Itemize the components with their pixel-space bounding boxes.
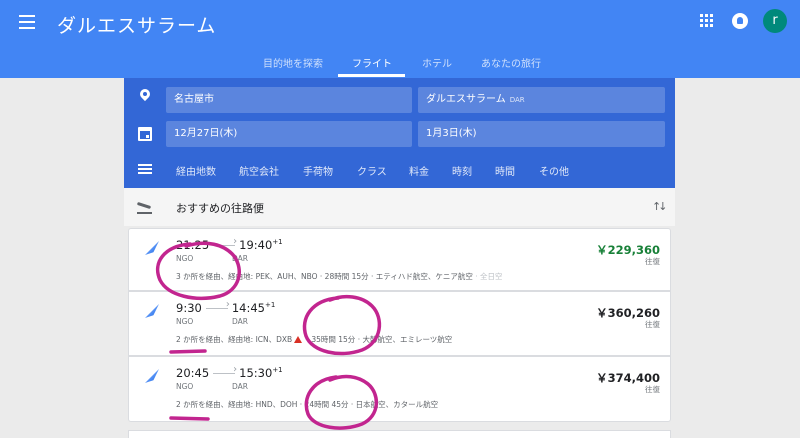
app-title: ダルエスサラーム: [57, 15, 217, 37]
filter-airlines[interactable]: 航空会社: [239, 163, 279, 178]
stops-info: 3 か所を経由、経由地: PEK、AUH、NBO · 28時間 15分 · エテ…: [176, 271, 503, 282]
flight-card[interactable]: 21:25 19:40+1 NGO DAR 3 か所を経由、経由地: PEK、AU…: [128, 228, 671, 291]
price-note: 往復: [645, 385, 660, 394]
filter-sliders-icon: [138, 162, 152, 176]
filter-more[interactable]: その他: [539, 163, 569, 178]
price-note: 往復: [645, 257, 660, 266]
search-panel: 名古屋市 ダルエスサラーム DAR 12月27日(木) 1月3日(木) 経由地数 …: [124, 78, 675, 188]
arrive-time: 14:45: [231, 301, 265, 315]
depart-time: 9:30: [176, 301, 202, 315]
arrow-icon: [213, 364, 237, 378]
price-note: 往復: [645, 320, 660, 329]
stops-text: 3 か所を経由、経由地: PEK、AUH、NBO · 28時間 15分 · エテ…: [176, 272, 473, 281]
takeoff-plane-icon: [137, 202, 153, 214]
extra-airline: · 全日空: [472, 272, 503, 281]
section-header: おすすめの往路便 ↑↓: [124, 188, 675, 226]
origin-code: NGO: [176, 382, 194, 391]
day-offset: +1: [264, 301, 276, 310]
arrive-time: 15:30: [239, 366, 273, 380]
swap-sort-icon[interactable]: ↑↓: [652, 200, 668, 213]
day-offset: +1: [272, 238, 283, 247]
section-title: おすすめの往路便: [176, 202, 264, 215]
filter-baggage[interactable]: 手荷物: [303, 163, 333, 178]
calendar-icon: [138, 127, 152, 141]
dest-code: DAR: [232, 317, 248, 326]
filter-times[interactable]: 時刻: [452, 163, 472, 178]
flight-card[interactable]: 20:45 15:30+1 NGO DAR 2 か所を経由、経由地: HND、DO…: [128, 356, 671, 422]
depart-date-field[interactable]: 12月27日(木): [166, 121, 412, 147]
destination-value: ダルエスサラーム: [426, 94, 506, 105]
depart-time: 20:45: [176, 366, 210, 380]
location-pin-icon: [138, 89, 152, 103]
origin-field[interactable]: 名古屋市: [166, 87, 412, 113]
apps-grid-icon[interactable]: [700, 14, 713, 27]
filter-stops[interactable]: 経由地数: [176, 163, 216, 178]
tab-flights[interactable]: フライト: [352, 55, 392, 70]
return-date-field[interactable]: 1月3日(木): [418, 121, 665, 147]
origin-code: NGO: [176, 254, 194, 263]
airline-logo-icon: [141, 304, 163, 318]
origin-value: 名古屋市: [174, 94, 214, 105]
flight-times: 21:25 19:40+1: [176, 236, 283, 253]
filter-duration[interactable]: 時間: [495, 163, 515, 178]
next-card-edge: [128, 430, 671, 438]
airline-logo-icon: [141, 369, 163, 383]
flight-times: 20:45 15:30+1: [176, 364, 283, 381]
active-tab-indicator: [338, 74, 405, 77]
airline-logo-icon: [141, 241, 163, 255]
filter-price[interactable]: 料金: [409, 163, 429, 178]
stops-info: 2 か所を経由、経由地: HND、DOH · 24時間 45分 · 日本航空、カ…: [176, 399, 438, 410]
arrow-icon: [213, 236, 237, 250]
destination-code: DAR: [509, 96, 525, 104]
flight-card[interactable]: 9:30 14:45+1 NGO DAR 2 か所を経由、経由地: ICN、DXB…: [128, 291, 671, 356]
arrive-time: 19:40: [239, 238, 273, 252]
tab-hotels[interactable]: ホテル: [422, 55, 452, 70]
avatar[interactable]: r: [763, 9, 787, 33]
dest-code: DAR: [232, 254, 248, 263]
depart-time: 21:25: [176, 238, 210, 252]
return-date-value: 1月3日(木): [426, 128, 477, 139]
stops-text: 2 か所を経由、経由地: HND、DOH · 24時間 45分 · 日本航空、カ…: [176, 400, 439, 409]
depart-date-value: 12月27日(木): [174, 128, 238, 139]
flight-times: 9:30 14:45+1: [176, 299, 276, 316]
destination-field[interactable]: ダルエスサラーム DAR: [418, 87, 665, 113]
day-offset: +1: [272, 366, 283, 375]
tab-explore[interactable]: 目的地を探索: [263, 55, 323, 70]
stops-info: 2 か所を経由、経由地: ICN、DXB · 35時間 15分 · 大韓航空、エ…: [176, 334, 452, 345]
stops-text: 2 か所を経由、経由地: ICN、DXB: [176, 335, 293, 344]
stops-duration: · 35時間 15分 · 大韓航空、エミレーツ航空: [304, 335, 453, 344]
filter-class[interactable]: クラス: [357, 163, 387, 178]
arrow-icon: [205, 299, 230, 313]
origin-code: NGO: [176, 317, 194, 326]
dest-code: DAR: [232, 382, 248, 391]
warning-icon: [294, 336, 303, 343]
hamburger-menu-icon[interactable]: [19, 15, 35, 29]
tab-your-trips[interactable]: あなたの旅行: [481, 55, 541, 70]
notification-bell-icon[interactable]: [732, 13, 748, 29]
